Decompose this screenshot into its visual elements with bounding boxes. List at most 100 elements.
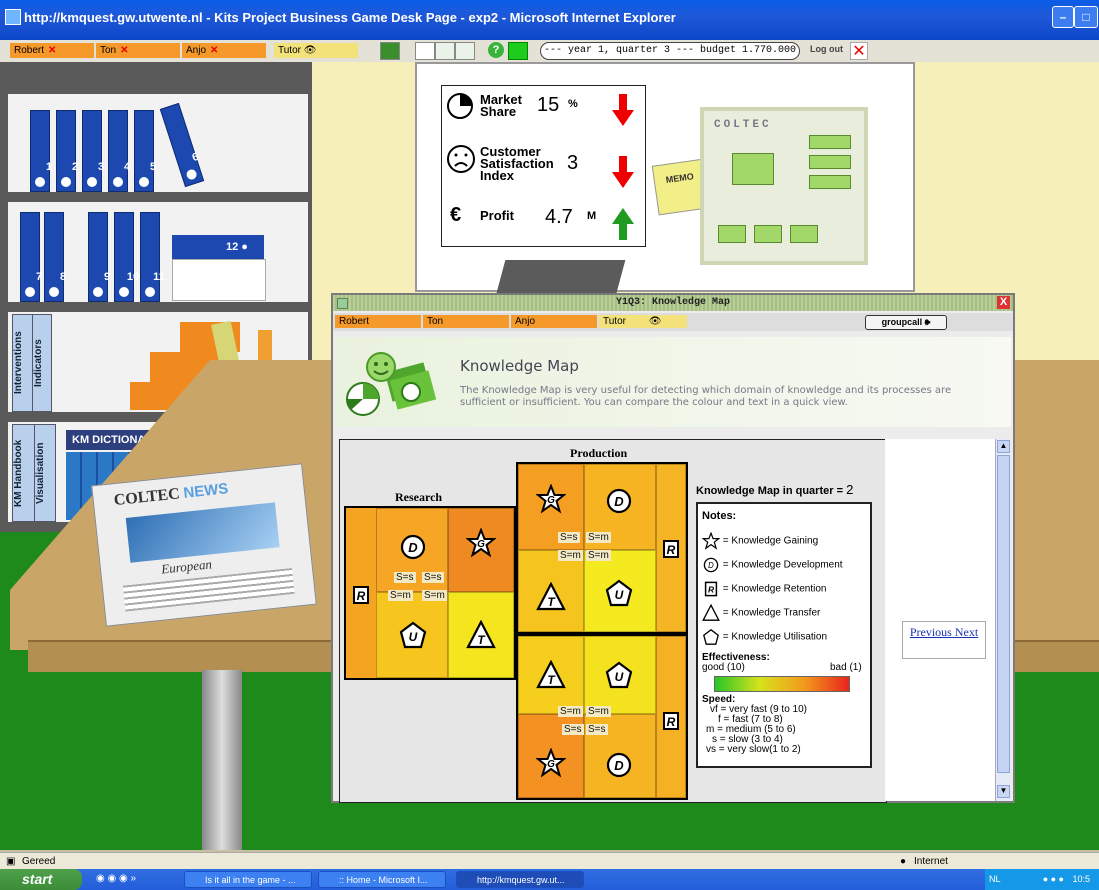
popup-tab-anjo[interactable]: Anjo xyxy=(511,315,597,328)
task-word[interactable]: Is it all in the game - ... xyxy=(184,871,312,888)
binder-4[interactable]: 4 xyxy=(108,110,130,192)
tray-icons[interactable]: ● ● ● xyxy=(1043,874,1064,884)
up-arrow-icon xyxy=(612,208,634,240)
logout-button[interactable]: ✕ xyxy=(850,42,868,60)
page-icon: ▣ xyxy=(6,856,16,867)
org-node xyxy=(718,225,746,243)
eye-icon: 👁 xyxy=(303,45,317,56)
vertical-scrollbar[interactable]: ▲ ▼ xyxy=(995,439,1010,801)
transfer-icon xyxy=(702,603,720,621)
binder-7[interactable]: 7 xyxy=(20,212,42,302)
player-name: Tutor xyxy=(278,45,301,56)
profit-value: 4.7 xyxy=(545,206,573,228)
chat-box-icon[interactable] xyxy=(380,42,400,60)
popup-tab-ton[interactable]: Ton xyxy=(423,315,509,328)
coltec-org-chart[interactable]: COLTEC xyxy=(700,107,868,265)
gaining-icon: G xyxy=(466,528,496,558)
logout-label[interactable]: Log out xyxy=(810,44,843,54)
svg-text:U: U xyxy=(409,630,418,644)
task-ie-home[interactable]: :: Home - Microsoft I... xyxy=(318,871,446,888)
kpi-panel[interactable]: Market Share 15 % Customer Satisfaction … xyxy=(441,85,646,247)
quicklaunch-icons[interactable]: ◉ ◉ ◉ » xyxy=(96,873,156,886)
scroll-down-icon[interactable]: ▼ xyxy=(997,785,1010,798)
minimize-button[interactable]: – xyxy=(1052,6,1074,28)
clock: 10:5 xyxy=(1072,874,1091,884)
coltec-label: COLTEC xyxy=(714,119,772,131)
binder-10[interactable]: 10 xyxy=(114,212,139,302)
cancel-icon[interactable] xyxy=(415,42,435,60)
legend-gaining: = Knowledge Gaining xyxy=(701,531,818,550)
close-icon[interactable]: ✕ xyxy=(48,45,56,56)
status-bar: ▣ Gereed ● Internet xyxy=(0,852,1099,870)
org-node xyxy=(809,175,851,189)
groupcall-button[interactable]: groupcall 🕪 xyxy=(865,315,947,330)
research-block[interactable]: R D G S=s S=s S=m S=m U T xyxy=(344,506,516,680)
print-icon[interactable] xyxy=(455,42,475,60)
utilisation-icon: U xyxy=(605,661,633,689)
production-upper-block[interactable]: G D S=s S=m S=m S=m R T U xyxy=(516,462,688,634)
transfer-icon: T xyxy=(536,660,566,689)
game-toolbar: Robert ✕ Ton ✕ Anjo ✕ Tutor 👁 ? --- year 1,… xyxy=(0,40,1099,72)
previous-link[interactable]: Previous xyxy=(910,625,952,639)
window-title: http://kmquest.gw.utwente.nl - Kits Proj… xyxy=(24,10,676,25)
org-node xyxy=(754,225,782,243)
maximize-button[interactable]: □ xyxy=(1074,6,1098,28)
legend-panel: Notes: = Knowledge Gaining D = Knowledge… xyxy=(696,502,872,768)
knowledge-map-icon xyxy=(346,352,437,416)
svg-text:D: D xyxy=(408,540,418,555)
eye-icon: 👁 xyxy=(648,316,662,327)
binder-3[interactable]: 3 xyxy=(82,110,104,192)
window-titlebar: http://kmquest.gw.utwente.nl - Kits Proj… xyxy=(0,0,1099,40)
popup-minimize-button[interactable] xyxy=(337,298,348,309)
interventions-binder[interactable]: Interventions xyxy=(12,314,34,412)
retention-icon: R xyxy=(353,586,369,604)
production-lower-block[interactable]: T U S=m S=m S=s S=s R G D xyxy=(516,634,688,800)
transfer-icon: T xyxy=(536,582,566,611)
popup-close-button[interactable]: X xyxy=(997,296,1010,309)
scroll-up-icon[interactable]: ▲ xyxy=(997,440,1010,453)
binder-11[interactable]: 11 xyxy=(140,212,165,302)
binder-5[interactable]: 5 xyxy=(134,110,156,192)
utilisation-icon: U xyxy=(399,621,427,649)
language-indicator[interactable]: NL xyxy=(989,874,1000,884)
close-icon[interactable]: ✕ xyxy=(120,45,128,56)
popup-tab-tutor[interactable]: Tutor 👁 xyxy=(599,315,687,328)
legend-development: D = Knowledge Development xyxy=(702,556,843,574)
close-icon[interactable]: ✕ xyxy=(210,45,218,56)
legend-transfer: = Knowledge Transfer xyxy=(702,603,820,622)
popup-tab-robert[interactable]: Robert xyxy=(335,315,421,328)
binder-2[interactable]: 2 xyxy=(56,110,78,192)
customer-satisfaction-label: Customer Satisfaction Index xyxy=(480,144,554,183)
eff-good-label: good (10) xyxy=(702,662,745,673)
svg-text:G: G xyxy=(477,539,485,550)
next-link[interactable]: Next xyxy=(955,625,978,639)
retention-icon: R xyxy=(663,712,679,730)
quarter-value: 2 xyxy=(846,482,854,497)
player-tab-ton[interactable]: Ton ✕ xyxy=(96,43,180,58)
binder-8[interactable]: 8 xyxy=(44,212,66,302)
popup-titlebar[interactable]: Y1Q3: Knowledge Map xyxy=(333,295,1013,311)
magazine-brand: COLTEC xyxy=(112,485,181,510)
start-button[interactable]: start xyxy=(0,869,82,890)
player-tab-anjo[interactable]: Anjo ✕ xyxy=(182,43,266,58)
magazine-text-lines xyxy=(122,567,295,612)
magazine-photo xyxy=(125,502,280,563)
binder-1[interactable]: 1 xyxy=(30,110,52,192)
binder-12[interactable]: 12 ● xyxy=(172,235,264,259)
org-node xyxy=(809,155,851,169)
visualisation-binder[interactable]: Visualisation xyxy=(34,424,56,522)
view-icon[interactable] xyxy=(435,42,455,60)
km-handbook-binder[interactable]: KM Handbook xyxy=(12,424,36,522)
eff-bad-label: bad (1) xyxy=(830,662,862,673)
coltec-news-magazine[interactable]: COLTEC NEWS European xyxy=(91,463,317,627)
player-tab-robert[interactable]: Robert ✕ xyxy=(10,43,94,58)
task-ie-kmquest[interactable]: http://kmquest.gw.ut... xyxy=(456,871,584,888)
org-node xyxy=(809,135,851,149)
indicators-binder[interactable]: Indicators xyxy=(32,314,52,412)
binder-9[interactable]: 9 xyxy=(88,212,110,302)
km-description: The Knowledge Map is very useful for det… xyxy=(460,385,952,408)
player-tab-tutor[interactable]: Tutor 👁 xyxy=(274,43,358,58)
scroll-thumb[interactable] xyxy=(997,455,1010,773)
km-title: Knowledge Map xyxy=(460,357,579,375)
help-icon[interactable]: ? xyxy=(488,42,504,58)
